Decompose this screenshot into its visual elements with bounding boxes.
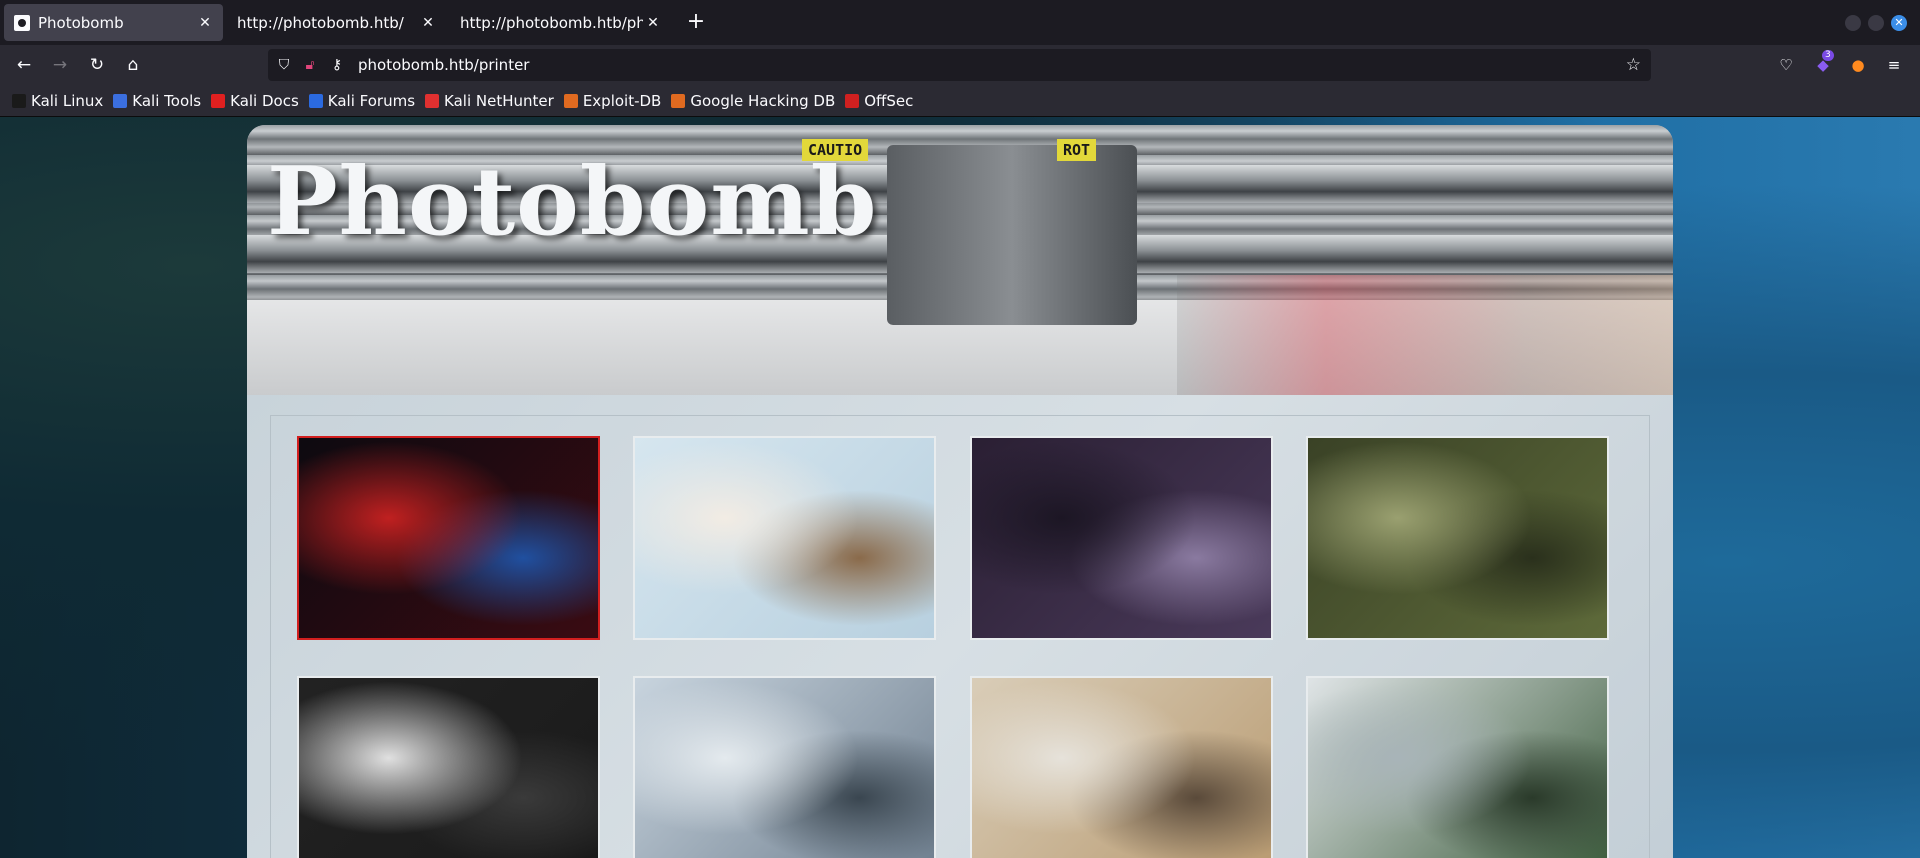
url-text: photobomb.htb/printer <box>358 56 530 74</box>
bookmark-label: Kali Tools <box>132 91 202 110</box>
bookmark-icon <box>12 93 26 108</box>
bookmark-label: Kali Forums <box>327 91 416 110</box>
close-icon[interactable]: ✕ <box>195 13 215 33</box>
tab-photobomb-photo[interactable]: http://photobomb.htb/photo ✕ <box>452 4 671 41</box>
key-icon[interactable]: ⚷ <box>328 56 346 74</box>
bookmark-item[interactable]: Kali Forums <box>308 91 416 110</box>
gallery-photo-green-succulents[interactable] <box>1306 436 1609 640</box>
address-bar[interactable]: ⛉ 🔓︎ ⚷ photobomb.htb/printer ☆ <box>268 49 1651 81</box>
printer-head <box>887 145 1137 325</box>
tab-bar: Photobomb ✕ http://photobomb.htb/ ✕ http… <box>0 0 1920 45</box>
bookmark-icon <box>671 93 686 108</box>
bookmark-icon <box>113 93 128 108</box>
bookmarks-toolbar: Kali Linux Kali Tools Kali Docs Kali Forums… <box>0 85 1920 117</box>
bookmark-item[interactable]: OffSec <box>845 92 913 110</box>
bookmark-item[interactable]: Exploit-DB <box>563 91 662 110</box>
maximize-button[interactable] <box>1868 15 1884 31</box>
tab-photobomb[interactable]: Photobomb ✕ <box>4 4 223 41</box>
gallery-photo-imac-desk[interactable] <box>297 676 600 858</box>
navigation-bar: ← → ↻ ⌂ ⛉ 🔓︎ ⚷ photobomb.htb/printer ☆ ♡… <box>0 45 1920 85</box>
forward-button[interactable]: → <box>48 53 72 77</box>
bookmark-item[interactable]: Kali Tools <box>113 92 201 110</box>
bookmark-star-icon[interactable]: ☆ <box>1626 55 1641 75</box>
home-button[interactable]: ⌂ <box>121 53 145 77</box>
minimize-button[interactable] <box>1845 15 1861 31</box>
gallery-photo-white-blossoms[interactable] <box>633 436 936 640</box>
close-icon[interactable]: ✕ <box>418 13 438 33</box>
reload-button[interactable]: ↻ <box>85 53 109 77</box>
tab-title: http://photobomb.htb/photo <box>460 13 643 32</box>
bookmark-item[interactable]: Kali Docs <box>211 92 299 110</box>
hero-banner-image: CAUTIO ROT Photobomb <box>247 125 1673 395</box>
tab-photobomb-root[interactable]: http://photobomb.htb/ ✕ <box>227 4 446 41</box>
bookmark-icon <box>308 93 323 108</box>
bookmark-label: Exploit-DB <box>582 91 662 110</box>
gallery-photo-red-light-lines[interactable] <box>297 436 600 640</box>
tab-title: http://photobomb.htb/ <box>237 13 404 32</box>
photo-gallery <box>270 415 1650 858</box>
motion-blur <box>1177 275 1673 395</box>
bookmark-label: Kali Linux <box>31 91 104 110</box>
new-tab-button[interactable]: + <box>684 11 708 35</box>
bookmark-icon <box>845 93 860 108</box>
bookmark-icon <box>425 93 440 108</box>
tab-title: Photobomb <box>38 13 124 32</box>
gallery-photo-woodshop-guitar[interactable] <box>970 676 1273 858</box>
back-button[interactable]: ← <box>12 53 36 77</box>
photobomb-page: CAUTIO ROT Photobomb <box>247 125 1673 858</box>
bookmark-icon <box>211 93 226 108</box>
extension-badge: 3 <box>1822 50 1834 61</box>
caution-sticker: ROT <box>1057 139 1097 161</box>
bookmark-label: Google Hacking DB <box>690 91 836 110</box>
close-icon[interactable]: ✕ <box>643 13 663 33</box>
firefox-account-icon[interactable]: ● <box>1848 55 1868 75</box>
gallery-photo-skyscrapers[interactable] <box>970 436 1273 640</box>
gallery-photo-greenhouse[interactable] <box>1306 676 1609 858</box>
bookmark-label: Kali Docs <box>230 91 299 110</box>
browser-window: Photobomb ✕ http://photobomb.htb/ ✕ http… <box>0 0 1920 858</box>
window-close-button[interactable]: ✕ <box>1891 15 1907 31</box>
pocket-icon[interactable]: ♡ <box>1776 55 1796 75</box>
bookmark-item[interactable]: Kali NetHunter <box>425 92 554 110</box>
page-viewport: CAUTIO ROT Photobomb <box>0 117 1920 858</box>
site-favicon-icon <box>14 14 30 31</box>
menu-icon[interactable]: ≡ <box>1884 55 1904 75</box>
bookmark-label: OffSec <box>864 91 914 110</box>
bookmark-item[interactable]: Google Hacking DB <box>671 92 835 110</box>
site-title: Photobomb <box>267 147 878 257</box>
bookmark-icon <box>563 93 578 108</box>
shield-icon[interactable]: ⛉ <box>275 56 293 74</box>
bookmark-item[interactable]: Kali Linux <box>12 92 103 110</box>
gallery-photo-frozen-waterfall[interactable] <box>633 676 936 858</box>
bookmark-label: Kali NetHunter <box>444 91 554 110</box>
insecure-lock-icon[interactable]: 🔓︎ <box>301 56 319 74</box>
